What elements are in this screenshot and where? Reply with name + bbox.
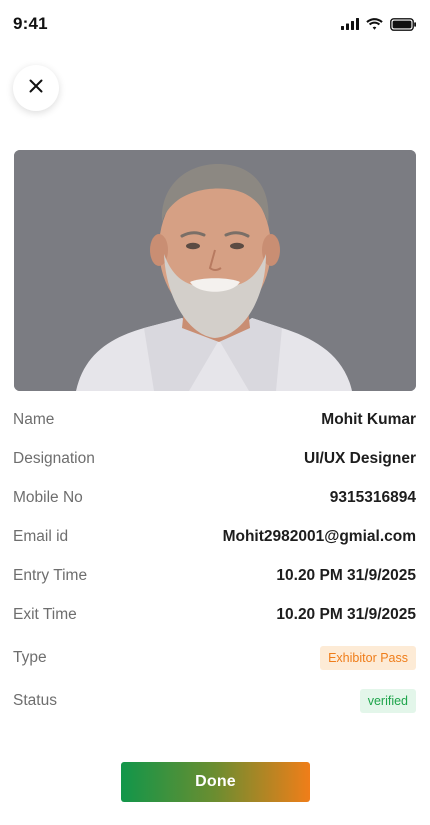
- info-row-type: Type Exhibitor Pass: [13, 646, 416, 670]
- info-row-email: Email id Mohit2982001@gmial.com: [13, 528, 416, 546]
- signal-icon: [341, 18, 359, 30]
- info-row-exit-time: Exit Time 10.20 PM 31/9/2025: [13, 606, 416, 624]
- mobile-label: Mobile No: [13, 489, 83, 506]
- info-row-mobile: Mobile No 9315316894: [13, 489, 416, 507]
- close-button[interactable]: [13, 65, 59, 111]
- close-icon: [29, 79, 43, 98]
- entry-time-value: 10.20 PM 31/9/2025: [276, 567, 416, 584]
- profile-photo: [14, 150, 416, 391]
- designation-label: Designation: [13, 450, 95, 467]
- type-badge: Exhibitor Pass: [320, 646, 416, 670]
- status-badge: verified: [359, 689, 416, 713]
- status-time: 9:41: [13, 14, 48, 33]
- battery-icon: [390, 17, 417, 31]
- info-row-entry-time: Entry Time 10.20 PM 31/9/2025: [13, 567, 416, 585]
- name-label: Name: [13, 411, 55, 428]
- info-row-name: Name Mohit Kumar: [13, 411, 416, 429]
- info-row-designation: Designation UI/UX Designer: [13, 450, 416, 468]
- email-label: Email id: [13, 528, 69, 545]
- designation-value: UI/UX Designer: [304, 450, 416, 467]
- type-label: Type: [13, 649, 47, 666]
- exit-time-label: Exit Time: [13, 606, 77, 623]
- mobile-value: 9315316894: [329, 489, 416, 506]
- done-button[interactable]: Done: [121, 762, 310, 802]
- exit-time-value: 10.20 PM 31/9/2025: [276, 606, 416, 623]
- status-icons: [341, 16, 417, 32]
- name-value: Mohit Kumar: [321, 411, 416, 428]
- info-row-status: Status verified: [13, 689, 416, 713]
- entry-time-label: Entry Time: [13, 567, 88, 584]
- wifi-icon: [366, 18, 383, 30]
- status-label: Status: [13, 692, 57, 709]
- status-bar: 9:41: [0, 0, 430, 50]
- email-value: Mohit2982001@gmial.com: [222, 528, 416, 545]
